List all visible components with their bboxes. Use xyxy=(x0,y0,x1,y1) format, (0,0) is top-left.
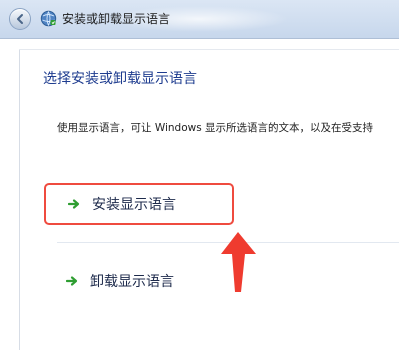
back-arrow-icon xyxy=(17,14,23,24)
dialog-window: 安装或卸载显示语言 选择安装或卸载显示语言 使用显示语言，可让 Windows … xyxy=(0,0,399,350)
back-button[interactable] xyxy=(9,8,31,30)
uninstall-display-language-option[interactable]: 卸载显示语言 xyxy=(44,260,234,302)
display-language-description: 使用显示语言，可让 Windows 显示所选语言的文本，以及在受支持 xyxy=(57,122,374,134)
green-arrow-icon xyxy=(68,199,80,209)
window-title: 安装或卸载显示语言 xyxy=(62,12,171,26)
red-pointer-arrow-icon xyxy=(221,232,256,292)
green-arrow-icon xyxy=(66,276,78,286)
install-display-language-option[interactable]: 安装显示语言 xyxy=(44,183,234,225)
page-heading: 选择安装或卸载显示语言 xyxy=(43,71,197,87)
content-top-divider xyxy=(19,49,399,50)
globe-language-icon xyxy=(40,10,57,27)
content-left-border xyxy=(19,50,20,350)
install-display-language-label: 安装显示语言 xyxy=(92,197,176,213)
title-bar: 安装或卸载显示语言 xyxy=(0,0,399,39)
uninstall-display-language-label: 卸载显示语言 xyxy=(90,274,174,290)
